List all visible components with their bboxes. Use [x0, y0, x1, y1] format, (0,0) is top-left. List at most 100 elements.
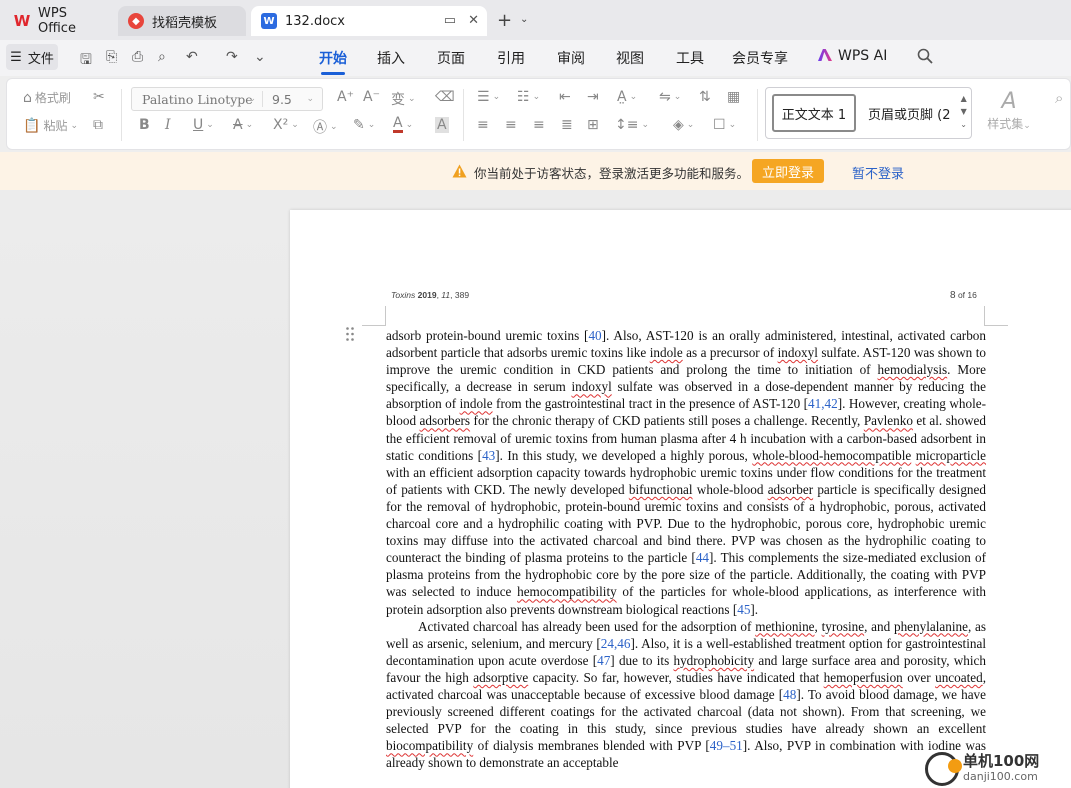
- find-icon[interactable]: ⌕: [1055, 89, 1063, 107]
- new-tab-button[interactable]: +: [497, 10, 512, 31]
- italic-icon: I: [165, 117, 171, 133]
- margin-corner-mark: [362, 306, 386, 326]
- tab-template[interactable]: ◆ 找稻壳模板: [118, 6, 246, 36]
- decrease-indent-button[interactable]: ⇤: [559, 89, 571, 105]
- style-header-footer[interactable]: 页眉或页脚 (2: [868, 104, 952, 123]
- strikethrough-button[interactable]: A ⌄: [233, 117, 253, 133]
- close-icon[interactable]: ✕: [468, 13, 479, 28]
- superscript-icon: X²: [273, 117, 289, 133]
- divider: [262, 91, 263, 107]
- tab-label: 132.docx: [285, 13, 345, 29]
- borders-button[interactable]: ☐ ⌄: [713, 117, 736, 133]
- highlighter-icon: ✎: [353, 117, 365, 133]
- ribbon-home: ⌂ 格式刷 ✂ 📋 粘贴 ⌄ ⧉ Palatino Linotype ⌄ 9.5 ⌄ …: [6, 78, 1071, 150]
- skip-login-link[interactable]: 暂不登录: [852, 163, 904, 182]
- border-icon: ☐: [713, 117, 726, 133]
- style-scroll-arrows[interactable]: ▲ ▼ ⌄: [960, 92, 967, 131]
- clear-format-button[interactable]: ⌫: [435, 89, 455, 105]
- superscript-button[interactable]: X² ⌄: [273, 117, 299, 133]
- menu-references[interactable]: 引用: [497, 48, 525, 68]
- shrink-font-icon: A⁻: [363, 89, 380, 105]
- justify-icon: ≣: [561, 117, 573, 133]
- copy-button[interactable]: ⧉: [93, 117, 103, 133]
- chevron-down-icon[interactable]: ⌄: [520, 14, 528, 25]
- paste-icon: 📋: [23, 117, 41, 134]
- increase-indent-button[interactable]: ⇥: [587, 89, 599, 105]
- shrink-font-button[interactable]: A⁻: [363, 89, 380, 105]
- shading-button[interactable]: ◈ ⌄: [673, 117, 694, 133]
- text-effect-button[interactable]: Ⓐ ⌄: [313, 117, 338, 137]
- paragraph: Activated charcoal has already been used…: [386, 618, 987, 771]
- drag-handle-icon[interactable]: [345, 326, 355, 342]
- justify-button[interactable]: ≣: [561, 117, 573, 133]
- menu-view[interactable]: 视图: [616, 48, 644, 68]
- title-bar: W WPS Office ◆ 找稻壳模板 W 132.docx ▭ ✕ + ⌄: [0, 0, 1071, 40]
- menu-insert[interactable]: 插入: [377, 48, 405, 68]
- docer-logo-icon: ◆: [128, 13, 144, 29]
- grow-font-button[interactable]: A⁺: [337, 89, 354, 105]
- file-menu-label: 文件: [27, 51, 54, 67]
- chevron-down-icon: ⌄: [306, 94, 314, 104]
- tab-wps-office[interactable]: W WPS Office: [4, 6, 114, 36]
- style-normal-text[interactable]: 正文文本 1: [772, 94, 856, 132]
- document-page[interactable]: Toxins 2019, 11, 389 8 of 16 adsorb prot…: [290, 210, 1071, 788]
- save-icon[interactable]: 🖫: [80, 49, 92, 73]
- line-spacing-button[interactable]: ↕≡ ⌄: [615, 117, 649, 133]
- show-marks-button[interactable]: ▦: [727, 89, 740, 105]
- menu-review[interactable]: 审阅: [557, 48, 585, 68]
- distributed-icon: ⊞: [587, 117, 599, 133]
- font-color-button[interactable]: A ⌄: [393, 116, 413, 133]
- italic-button[interactable]: I: [165, 117, 171, 133]
- align-left-button[interactable]: ≡: [477, 117, 489, 133]
- bullets-button[interactable]: ☰ ⌄: [477, 89, 500, 105]
- font-name-select[interactable]: Palatino Linotype ⌄ 9.5 ⌄: [131, 87, 323, 111]
- align-center-button[interactable]: ≡: [505, 117, 517, 133]
- export-pdf-icon[interactable]: ⎘: [106, 49, 117, 65]
- menu-member[interactable]: 会员专享: [732, 48, 788, 68]
- tab-document[interactable]: W 132.docx ▭ ✕: [251, 6, 487, 36]
- document-body[interactable]: adsorb protein-bound uremic toxins [40].…: [386, 327, 986, 771]
- ribbon-separator: [463, 89, 464, 141]
- menu-home[interactable]: 开始: [319, 48, 347, 75]
- file-menu-button[interactable]: ☰ 文件: [6, 44, 58, 70]
- menu-wps-ai[interactable]: WPS AI: [818, 48, 887, 64]
- window-mode-icon[interactable]: ▭: [444, 13, 456, 28]
- style-set-label: 样式集: [987, 117, 1024, 131]
- distributed-button[interactable]: ⊞: [587, 117, 599, 133]
- watermark-site-name: 单机100网: [963, 752, 1040, 770]
- guest-notice-bar: 你当前处于访客状态，登录激活更多功能和服务。 立即登录 暂不登录: [0, 152, 1071, 190]
- search-icon[interactable]: [917, 48, 933, 64]
- text-direction-button[interactable]: ⇋ ⌄: [659, 89, 681, 105]
- phonetic-button[interactable]: 变 ⌄: [391, 89, 416, 109]
- more-chevron-icon[interactable]: ⌄: [254, 49, 266, 65]
- char-shading-button[interactable]: A: [435, 117, 449, 133]
- sort-button[interactable]: ⇅: [699, 89, 711, 105]
- text-direction-icon: ⇋: [659, 89, 671, 105]
- char-shading-icon: A: [435, 117, 449, 133]
- text-effect-icon: Ⓐ: [313, 120, 327, 136]
- menu-tools[interactable]: 工具: [676, 48, 704, 68]
- paragraph: adsorb protein-bound uremic toxins [40].…: [386, 328, 987, 617]
- format-painter-button[interactable]: ⌂ 格式刷: [23, 89, 71, 106]
- cut-button[interactable]: ✂: [93, 89, 105, 105]
- redo-icon[interactable]: ↷: [226, 49, 238, 65]
- highlight-button[interactable]: ✎ ⌄: [353, 117, 375, 133]
- menu-page[interactable]: 页面: [437, 48, 465, 68]
- bold-button[interactable]: B: [139, 117, 150, 133]
- undo-icon[interactable]: ↶: [186, 49, 198, 65]
- numbering-button[interactable]: ☷ ⌄: [517, 89, 540, 105]
- style-set-button[interactable]: A 样式集⌄: [983, 89, 1035, 132]
- align-right-button[interactable]: ≡: [533, 117, 545, 133]
- print-preview-icon[interactable]: ⌕: [158, 49, 166, 65]
- paste-button[interactable]: 📋 粘贴 ⌄: [23, 117, 78, 134]
- align-center-icon: ≡: [505, 117, 517, 133]
- tab-label: 找稻壳模板: [152, 15, 218, 31]
- font-size-value[interactable]: 9.5: [272, 92, 292, 107]
- chinese-layout-button[interactable]: A̤ ⌄: [617, 89, 637, 105]
- print-icon[interactable]: ⎙: [132, 49, 143, 65]
- align-right-icon: ≡: [533, 117, 545, 133]
- login-button[interactable]: 立即登录: [752, 159, 824, 183]
- ribbon-separator: [121, 89, 122, 141]
- underline-button[interactable]: U ⌄: [193, 117, 214, 133]
- style-gallery: 正文文本 1 页眉或页脚 (2 ▲ ▼ ⌄: [765, 87, 972, 139]
